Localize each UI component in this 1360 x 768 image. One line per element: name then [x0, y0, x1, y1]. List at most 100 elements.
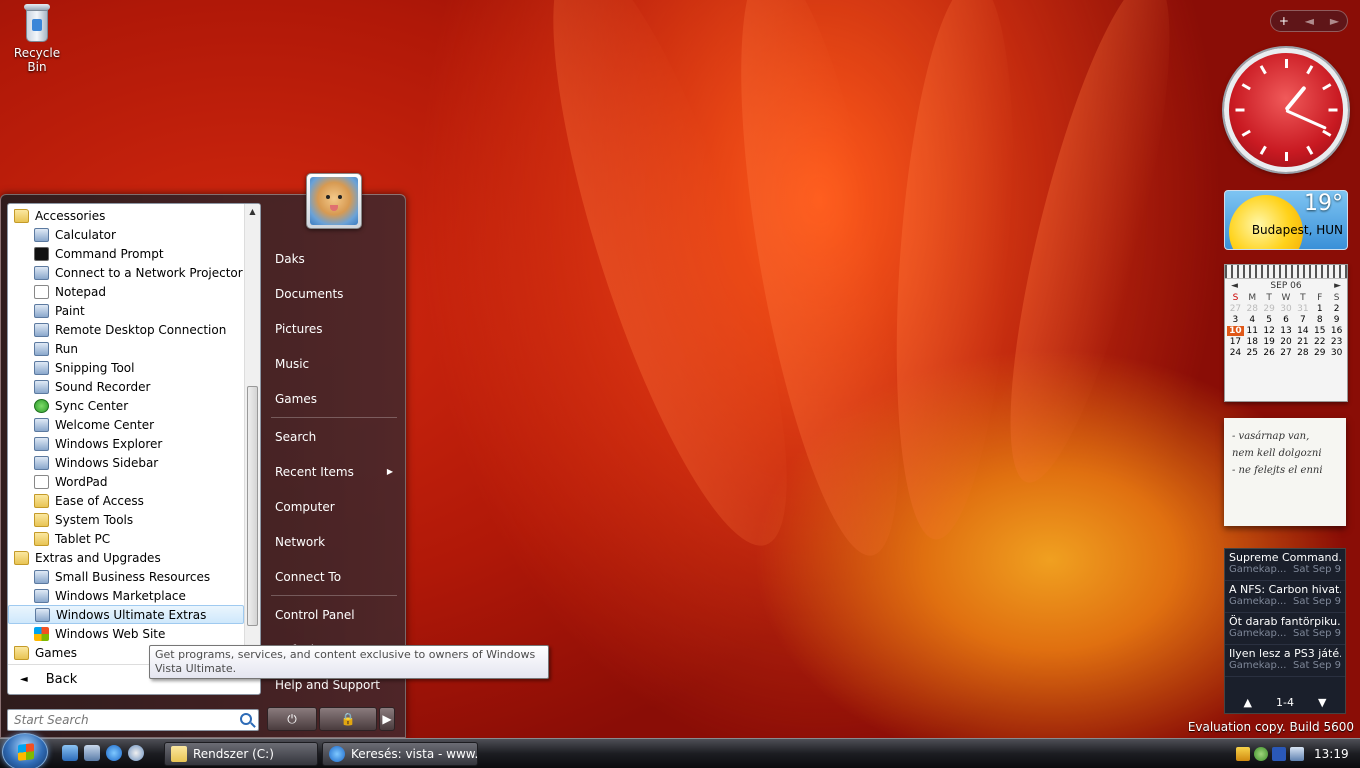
start-button[interactable]	[2, 733, 48, 768]
calendar-day[interactable]: 27	[1227, 304, 1244, 314]
games-link[interactable]: Games	[267, 381, 401, 416]
taskbar-item-explorer[interactable]: Rendszer (C:)	[164, 742, 318, 766]
calendar-day[interactable]: 8	[1311, 315, 1328, 325]
program-item[interactable]: Windows Explorer	[8, 434, 244, 453]
program-item[interactable]: Windows Web Site	[8, 624, 244, 643]
notes-gadget[interactable]: - vasárnap van, nem kell dolgozni - ne f…	[1224, 418, 1346, 526]
feed-item[interactable]: Öt darab fantörpiku... Gamekap... Sat Sep …	[1225, 613, 1345, 645]
calendar-day[interactable]: 30	[1278, 304, 1295, 314]
users-icon[interactable]	[1254, 747, 1268, 761]
program-item[interactable]: WordPad	[8, 472, 244, 491]
add-gadget-button[interactable]: +	[1279, 14, 1289, 28]
calendar-day[interactable]: 31	[1294, 304, 1311, 314]
taskbar-item-browser[interactable]: Keresés: vista - www...	[322, 742, 478, 766]
program-item[interactable]: Welcome Center	[8, 415, 244, 434]
calendar-day[interactable]: 9	[1328, 315, 1345, 325]
program-item[interactable]: Connect to a Network Projector	[8, 263, 244, 282]
calendar-day[interactable]: 21	[1294, 337, 1311, 347]
calendar-day[interactable]: 6	[1278, 315, 1295, 325]
calendar-day[interactable]: 10	[1227, 326, 1244, 336]
user-folder-link[interactable]: Daks	[267, 241, 401, 276]
recent-items-link[interactable]: Recent Items ▶	[267, 454, 401, 489]
program-item[interactable]: Calculator	[8, 225, 244, 244]
program-item[interactable]: Notepad	[8, 282, 244, 301]
scroll-thumb[interactable]	[247, 386, 258, 626]
calendar-day[interactable]: 25	[1244, 348, 1261, 358]
feed-item[interactable]: Ilyen lesz a PS3 játé... Gamekap... Sat Se…	[1225, 645, 1345, 677]
weather-gadget[interactable]: 19° Budapest, HUN	[1224, 190, 1348, 250]
program-item[interactable]: Remote Desktop Connection	[8, 320, 244, 339]
calendar-day[interactable]: 19	[1261, 337, 1278, 347]
tray-clock[interactable]: 13:19	[1314, 747, 1349, 761]
media-player-icon[interactable]	[128, 745, 144, 761]
calendar-day[interactable]: 16	[1328, 326, 1345, 336]
calendar-day[interactable]: 26	[1261, 348, 1278, 358]
internet-explorer-icon[interactable]	[106, 745, 122, 761]
recycle-bin[interactable]: Recycle Bin	[4, 2, 70, 74]
program-folder[interactable]: System Tools	[8, 510, 244, 529]
feed-item[interactable]: Supreme Command... Gamekap... Sat Sep 9	[1225, 549, 1345, 581]
program-item[interactable]: Sync Center	[8, 396, 244, 415]
calendar-prev-button[interactable]: ◄	[1231, 281, 1238, 291]
music-link[interactable]: Music	[267, 346, 401, 381]
calendar-day[interactable]: 1	[1311, 304, 1328, 314]
calendar-day[interactable]: 15	[1311, 326, 1328, 336]
program-item[interactable]: Windows Ultimate Extras	[8, 605, 244, 624]
documents-link[interactable]: Documents	[267, 276, 401, 311]
calendar-day[interactable]: 29	[1311, 348, 1328, 358]
calendar-day[interactable]: 28	[1294, 348, 1311, 358]
computer-link[interactable]: Computer	[267, 489, 401, 524]
search-icon[interactable]	[240, 713, 252, 725]
power-button[interactable]: ⏻	[267, 707, 317, 731]
program-scrollbar[interactable]: ▲	[244, 204, 260, 666]
sidebar-next-button[interactable]: ►	[1330, 14, 1339, 28]
calendar-day[interactable]: 11	[1244, 326, 1261, 336]
lock-button[interactable]: 🔒	[319, 707, 377, 731]
feeds-up-button[interactable]: ▲	[1244, 696, 1252, 709]
program-folder[interactable]: Extras and Upgrades	[8, 548, 244, 567]
calendar-day[interactable]: 28	[1244, 304, 1261, 314]
pictures-link[interactable]: Pictures	[267, 311, 401, 346]
calendar-gadget[interactable]: ◄ SEP 06 ► S M T W T F S 27 28 29 30 31 1 2 3 4 5 6 7 8 9 10 1…	[1224, 264, 1348, 402]
calendar-day[interactable]: 23	[1328, 337, 1345, 347]
show-desktop-icon[interactable]	[62, 745, 78, 761]
calendar-day[interactable]: 18	[1244, 337, 1261, 347]
shield-icon[interactable]	[1236, 747, 1250, 761]
calendar-day[interactable]: 4	[1244, 315, 1261, 325]
language-icon[interactable]	[1272, 747, 1286, 761]
calendar-day[interactable]: 7	[1294, 315, 1311, 325]
calendar-day[interactable]: 2	[1328, 304, 1345, 314]
switch-windows-icon[interactable]	[84, 745, 100, 761]
connect-to-link[interactable]: Connect To	[267, 559, 401, 594]
calendar-day[interactable]: 27	[1278, 348, 1295, 358]
calendar-day[interactable]: 22	[1311, 337, 1328, 347]
search-link[interactable]: Search	[267, 419, 401, 454]
program-item[interactable]: Windows Marketplace	[8, 586, 244, 605]
program-folder[interactable]: Tablet PC	[8, 529, 244, 548]
program-item[interactable]: Run	[8, 339, 244, 358]
calendar-day[interactable]: 24	[1227, 348, 1244, 358]
calendar-day[interactable]: 14	[1294, 326, 1311, 336]
network-link[interactable]: Network	[267, 524, 401, 559]
feeds-down-button[interactable]: ▼	[1318, 696, 1326, 709]
calendar-day[interactable]: 30	[1328, 348, 1345, 358]
calendar-day[interactable]: 20	[1278, 337, 1295, 347]
calendar-day[interactable]: 17	[1227, 337, 1244, 347]
start-search-box[interactable]	[7, 709, 259, 731]
feed-item[interactable]: A NFS: Carbon hivat... Gamekap... Sat Sep …	[1225, 581, 1345, 613]
shutdown-options-button[interactable]: ▶	[379, 707, 395, 731]
program-item[interactable]: Paint	[8, 301, 244, 320]
program-item[interactable]: Windows Sidebar	[8, 453, 244, 472]
program-folder[interactable]: Accessories	[8, 206, 244, 225]
program-item[interactable]: Command Prompt	[8, 244, 244, 263]
start-search-input[interactable]	[14, 713, 234, 727]
clock-gadget[interactable]	[1224, 48, 1348, 172]
program-item[interactable]: Sound Recorder	[8, 377, 244, 396]
user-avatar[interactable]	[306, 173, 362, 229]
calendar-day[interactable]: 12	[1261, 326, 1278, 336]
calendar-day[interactable]: 29	[1261, 304, 1278, 314]
scroll-up-arrow-icon[interactable]: ▲	[245, 204, 260, 220]
sidebar-prev-button[interactable]: ◄	[1305, 14, 1314, 28]
calendar-next-button[interactable]: ►	[1334, 281, 1341, 291]
calendar-day[interactable]: 13	[1278, 326, 1295, 336]
